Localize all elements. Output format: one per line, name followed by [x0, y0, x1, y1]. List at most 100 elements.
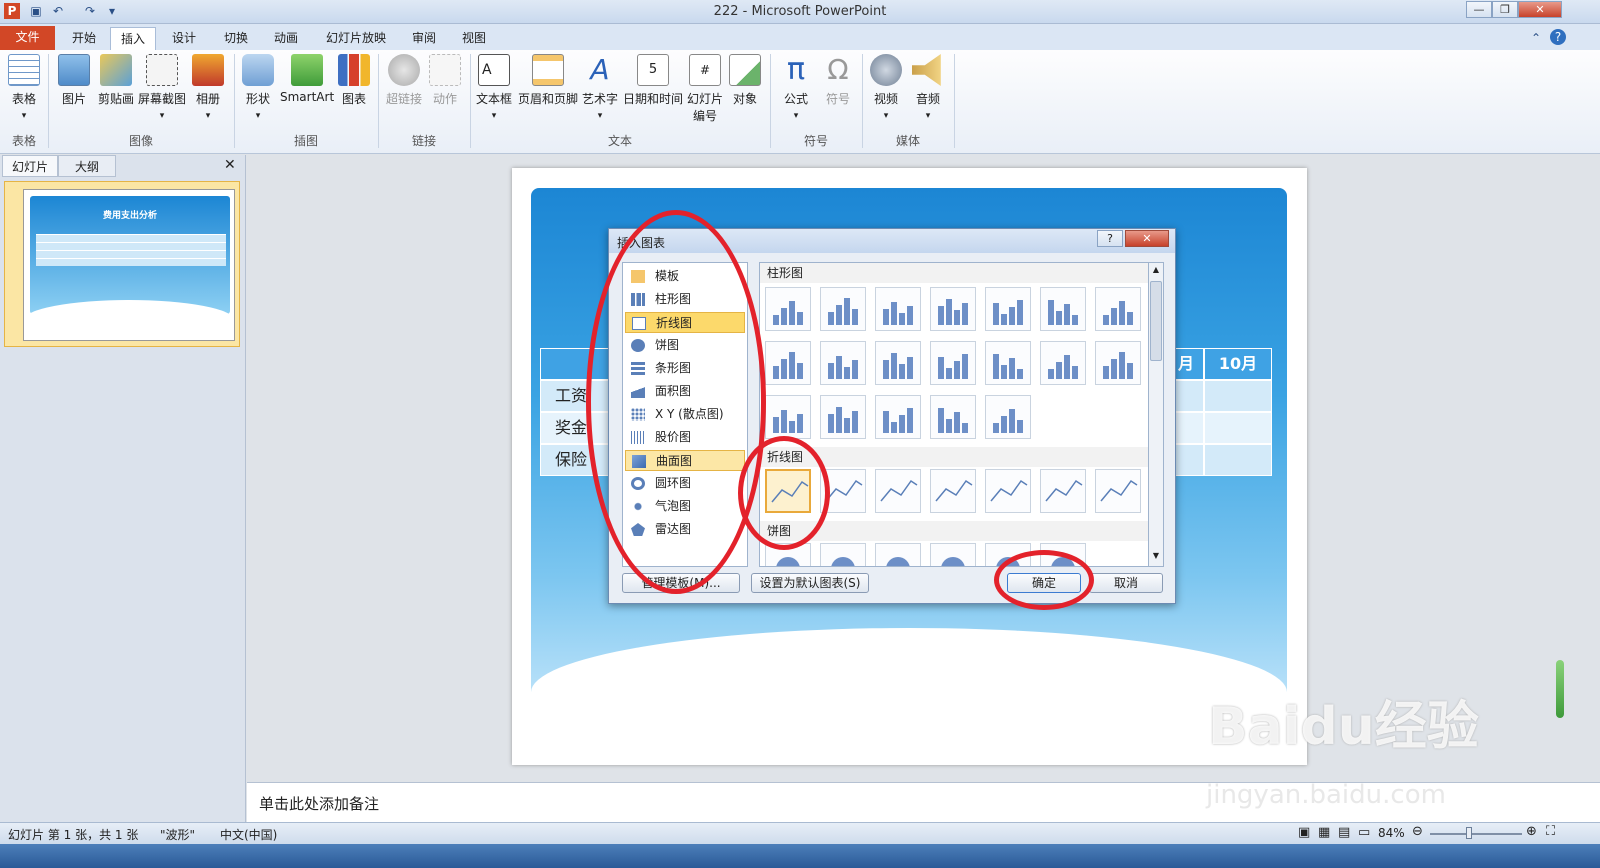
chart-button[interactable]: 图表: [338, 54, 370, 107]
dialog-close-button[interactable]: ✕: [1125, 230, 1169, 247]
table-button[interactable]: 表格 ▾: [6, 54, 42, 121]
wordart-button[interactable]: A 艺术字 ▾: [582, 54, 618, 122]
action-button[interactable]: 动作: [428, 54, 462, 107]
tab-slideshow[interactable]: 幻灯片放映: [316, 27, 396, 50]
chart-thumb[interactable]: [875, 341, 921, 385]
thumb-title: 费用支出分析: [102, 211, 157, 221]
chart-thumb[interactable]: [1040, 287, 1086, 331]
screenshot-button[interactable]: 屏幕截图 ▾: [138, 54, 186, 121]
clipart-button[interactable]: 剪贴画: [96, 54, 136, 107]
tab-home[interactable]: 开始: [62, 27, 106, 50]
chart-thumb[interactable]: [875, 469, 921, 513]
slide-number-button[interactable]: # 幻灯片 编号: [686, 54, 724, 124]
slideshow-view-icon[interactable]: ▭: [1358, 825, 1370, 840]
video-button[interactable]: 视频 ▾: [868, 54, 904, 121]
fit-window-icon[interactable]: ⛶: [1546, 824, 1555, 839]
chart-thumb[interactable]: [875, 395, 921, 439]
chart-thumb[interactable]: [930, 287, 976, 331]
zoom-slider-thumb[interactable]: [1466, 827, 1472, 839]
chart-thumb[interactable]: [1095, 469, 1141, 513]
normal-view-icon[interactable]: ▣: [1298, 825, 1310, 840]
group-images: 图像: [128, 134, 153, 148]
table-cell[interactable]: [1204, 380, 1272, 412]
chart-thumb[interactable]: [820, 341, 866, 385]
set-default-chart-button[interactable]: 设置为默认图表(S): [751, 573, 869, 593]
table-cell[interactable]: [1204, 444, 1272, 476]
chart-thumb[interactable]: [930, 469, 976, 513]
scroll-up-icon[interactable]: ▲: [1150, 265, 1162, 274]
datetime-button[interactable]: 5 日期和时间: [622, 54, 684, 107]
title-bar: P ▣ ↶ ↷ ▾ 222 - Microsoft PowerPoint — ❐…: [0, 0, 1600, 24]
chart-thumb[interactable]: [1040, 469, 1086, 513]
album-button[interactable]: 相册 ▾: [190, 54, 226, 121]
reading-view-icon[interactable]: ▤: [1338, 825, 1350, 840]
chart-thumb[interactable]: [930, 395, 976, 439]
tab-transitions[interactable]: 切换: [214, 27, 258, 50]
chart-thumb[interactable]: [875, 543, 921, 566]
header-footer-button[interactable]: 页眉和页脚: [516, 54, 580, 107]
windows-taskbar: [0, 844, 1600, 868]
equation-button[interactable]: π 公式 ▾: [778, 54, 814, 122]
tab-insert[interactable]: 插入: [110, 27, 157, 50]
chart-thumb-glyph: [880, 479, 918, 502]
chart-thumb-glyph: [990, 479, 1028, 502]
close-button[interactable]: ✕: [1518, 1, 1562, 18]
scroll-down-icon[interactable]: ▼: [1150, 551, 1162, 560]
zoom-level[interactable]: 84%: [1378, 826, 1405, 840]
chart-thumb[interactable]: [875, 287, 921, 331]
tab-slides[interactable]: 幻灯片: [2, 155, 58, 177]
chart-thumb[interactable]: [985, 395, 1031, 439]
tab-file[interactable]: 文件: [0, 26, 55, 50]
minimize-ribbon-icon[interactable]: ⌃: [1528, 30, 1544, 46]
language-indicator[interactable]: 中文(中国): [220, 826, 277, 843]
dialog-help-button[interactable]: ?: [1097, 230, 1123, 247]
chart-thumb[interactable]: [985, 287, 1031, 331]
chart-thumb[interactable]: [765, 395, 811, 439]
tab-outline[interactable]: 大纲: [58, 155, 116, 177]
symbol-button[interactable]: Ω 符号: [820, 54, 856, 107]
cancel-button[interactable]: 取消: [1089, 573, 1163, 593]
chart-thumb[interactable]: [985, 341, 1031, 385]
object-button[interactable]: 对象: [728, 54, 762, 107]
help-icon[interactable]: ?: [1550, 29, 1566, 45]
screenshot-icon: [146, 54, 178, 86]
chart-thumb[interactable]: [1095, 341, 1141, 385]
chart-thumb[interactable]: [1040, 341, 1086, 385]
zoom-slider[interactable]: [1430, 827, 1522, 839]
chart-thumb[interactable]: [820, 395, 866, 439]
tab-animations[interactable]: 动画: [264, 27, 308, 50]
close-pane-icon[interactable]: ✕: [224, 157, 236, 173]
chart-thumb[interactable]: [820, 287, 866, 331]
chart-thumb[interactable]: [930, 543, 976, 566]
chart-thumb[interactable]: [930, 341, 976, 385]
scroll-thumb[interactable]: [1150, 281, 1162, 361]
audio-button[interactable]: 音频 ▾: [910, 54, 946, 121]
chart-thumb[interactable]: [765, 287, 811, 331]
hyperlink-button[interactable]: 超链接: [384, 54, 424, 107]
sorter-view-icon[interactable]: ▦: [1318, 825, 1330, 840]
window-title: 222 - Microsoft PowerPoint: [713, 4, 887, 19]
zoom-in-icon[interactable]: ⊕: [1526, 824, 1537, 839]
chart-thumb-glyph: [828, 298, 858, 325]
chart-thumb-glyph: [1103, 352, 1133, 379]
minimize-button[interactable]: —: [1466, 1, 1492, 18]
chart-thumb-glyph: [883, 353, 913, 379]
chart-thumb[interactable]: [985, 469, 1031, 513]
textbox-button[interactable]: A 文本框 ▾: [474, 54, 514, 121]
table-header-cell[interactable]: 10月: [1204, 348, 1272, 380]
chart-thumb[interactable]: [765, 341, 811, 385]
zoom-out-icon[interactable]: ⊖: [1412, 824, 1423, 839]
chart-thumb[interactable]: [1095, 287, 1141, 331]
slide-thumbnail[interactable]: 费用支出分析: [4, 181, 240, 347]
tab-design[interactable]: 设计: [162, 27, 206, 50]
shapes-button[interactable]: 形状 ▾: [242, 54, 274, 121]
restore-button[interactable]: ❐: [1492, 1, 1518, 18]
tab-view[interactable]: 视图: [452, 27, 496, 50]
picture-button[interactable]: 图片: [56, 54, 92, 107]
chart-thumb[interactable]: [820, 543, 866, 566]
smartart-button[interactable]: SmartArt: [280, 54, 334, 104]
chart-thumb-glyph: [828, 407, 858, 433]
tab-review[interactable]: 审阅: [402, 27, 446, 50]
table-cell[interactable]: [1204, 412, 1272, 444]
gallery-scrollbar[interactable]: ▲ ▼: [1148, 262, 1164, 567]
